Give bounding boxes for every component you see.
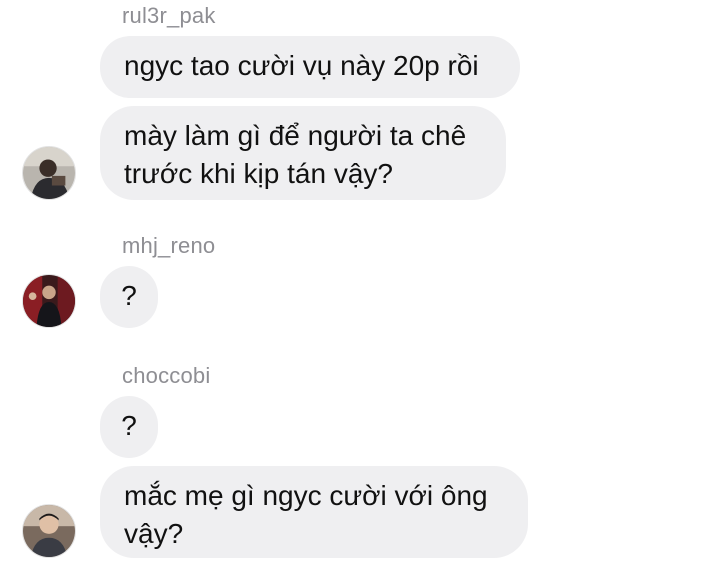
message-bubble[interactable]: ? (100, 396, 158, 458)
sender-username: choccobi (122, 363, 211, 388)
message-bubble[interactable]: ? (100, 266, 158, 328)
message-bubble[interactable]: ngyc tao cười vụ này 20p rồi (100, 36, 520, 98)
avatar-photo-icon (23, 505, 75, 557)
user-avatar-rul3r-pak[interactable] (22, 146, 76, 200)
user-avatar-mhj-reno[interactable] (22, 274, 76, 328)
avatar-photo-icon (23, 275, 75, 327)
sender-username: rul3r_pak (122, 3, 216, 28)
user-avatar-choccobi[interactable] (22, 504, 76, 558)
message-bubble[interactable]: mắc mẹ gì ngyc cười với ông vậy? (100, 466, 528, 558)
message-bubble[interactable]: mày làm gì để người ta chê trước khi kịp… (100, 106, 506, 200)
avatar-photo-icon (23, 147, 75, 199)
sender-username: mhj_reno (122, 233, 216, 258)
